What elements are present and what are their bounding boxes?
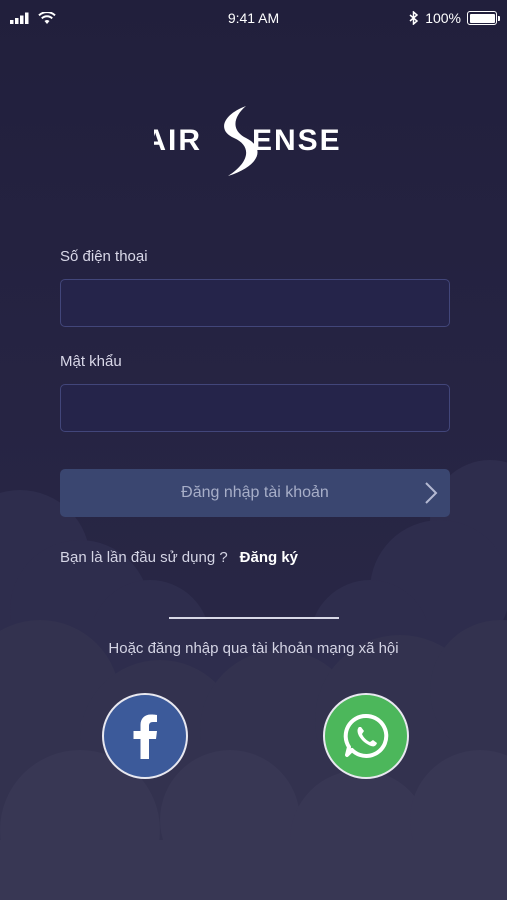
facebook-login-button[interactable] [102,693,188,779]
login-button-label: Đăng nhập tài khoản [181,484,329,501]
chevron-right-icon [425,482,438,504]
login-screen: 9:41 AM 100% AIR ENSE Số điện thoại Mật … [0,0,507,900]
status-bar: 9:41 AM 100% [0,0,507,36]
battery-icon [467,11,500,25]
phone-label: Số điện thoại [60,248,148,265]
bluetooth-icon [409,11,419,25]
logo-text-right: ENSE [252,124,342,157]
signup-link[interactable]: Đăng ký [240,549,298,566]
battery-fill [469,13,495,23]
logo-text-left: AIR [154,124,202,157]
airsense-logo: AIR ENSE [0,100,507,180]
social-login-prompt: Hoặc đăng nhập qua tài khoản mạng xã hội [108,640,399,657]
whatsapp-icon [343,713,389,758]
wifi-icon [38,11,56,24]
signal-icon [10,12,29,24]
login-button[interactable]: Đăng nhập tài khoản [60,469,450,517]
password-input[interactable] [60,384,450,432]
signup-prompt: Bạn là lần đầu sử dụng ? [60,549,228,566]
battery-percent: 100% [425,10,461,26]
whatsapp-login-button[interactable] [323,693,409,779]
signup-row: Bạn là lần đầu sử dụng ? Đăng ký [60,549,298,566]
facebook-icon [133,714,157,759]
password-label: Mật khẩu [60,353,122,370]
divider [169,617,339,619]
status-time: 9:41 AM [227,10,280,26]
phone-input[interactable] [60,279,450,327]
